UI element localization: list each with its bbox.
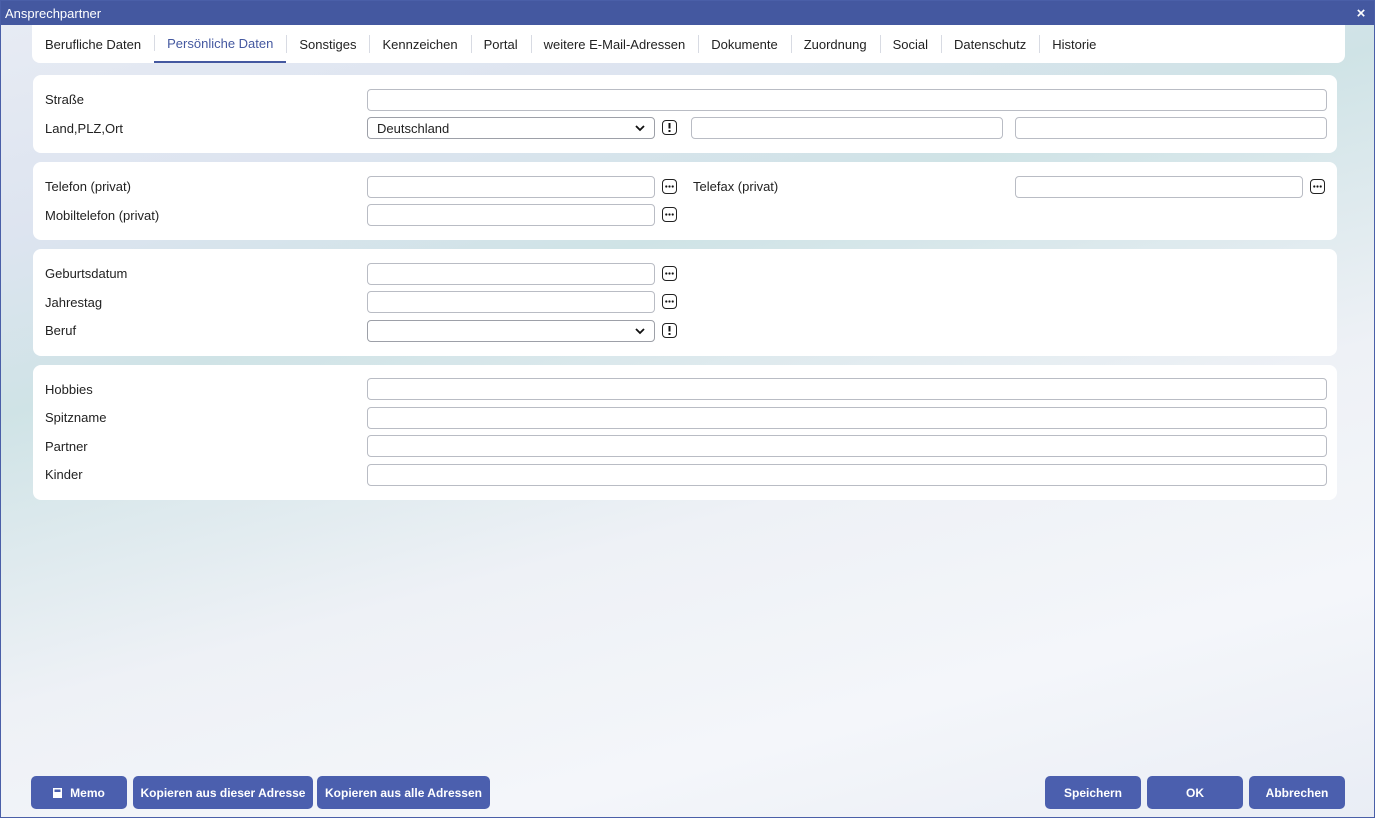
- telefax-label: Telefax (privat): [693, 179, 779, 194]
- tab-berufliche-daten[interactable]: Berufliche Daten: [32, 25, 154, 63]
- partner-label: Partner: [45, 439, 88, 454]
- tab-datenschutz[interactable]: Datenschutz: [941, 25, 1039, 63]
- mobiltelefon-input[interactable]: [367, 204, 655, 226]
- strasse-label: Straße: [45, 92, 85, 107]
- jahrestag-label: Jahrestag: [45, 295, 103, 310]
- strasse-input[interactable]: [367, 89, 1327, 111]
- beruf-label: Beruf: [45, 323, 77, 338]
- geburtsdatum-label: Geburtsdatum: [45, 266, 128, 281]
- address-panel: Straße Land,PLZ,Ort Deutschland: [33, 75, 1337, 153]
- hobbies-label: Hobbies: [45, 382, 93, 397]
- geburtsdatum-input[interactable]: [367, 263, 655, 285]
- memo-label: Memo: [70, 785, 105, 800]
- tab-kennzeichen[interactable]: Kennzeichen: [369, 25, 470, 63]
- land-plz-ort-label: Land,PLZ,Ort: [45, 121, 124, 136]
- misc-panel: Hobbies Spitzname Partner Kinder: [33, 365, 1337, 500]
- land-select[interactable]: Deutschland: [367, 117, 655, 139]
- tab-dokumente[interactable]: Dokumente: [698, 25, 790, 63]
- memo-button[interactable]: Memo: [31, 776, 127, 809]
- save-button[interactable]: Speichern: [1045, 776, 1141, 809]
- more-dots-icon[interactable]: [662, 266, 677, 281]
- memo-icon: [53, 787, 63, 798]
- tab-persoenliche-daten[interactable]: Persönliche Daten: [154, 25, 287, 63]
- phone-panel: Telefon (privat) Telefax (privat) Mobilt…: [33, 162, 1337, 240]
- tab-zuordnung[interactable]: Zuordnung: [790, 25, 880, 63]
- dialog-window: Ansprechpartner × Berufliche Daten Persö…: [0, 0, 1375, 818]
- tab-sonstiges[interactable]: Sonstiges: [286, 25, 369, 63]
- kinder-label: Kinder: [45, 467, 83, 482]
- more-dots-icon[interactable]: [662, 294, 677, 309]
- hobbies-input[interactable]: [367, 378, 1327, 400]
- chevron-down-icon: [635, 328, 645, 335]
- tab-bar: Berufliche Daten Persönliche Daten Sonst…: [32, 25, 1345, 63]
- personal-panel: Geburtsdatum Jahrestag Beruf: [33, 249, 1337, 356]
- telefax-input[interactable]: [1015, 176, 1303, 198]
- title-bar: Ansprechpartner ×: [1, 1, 1374, 25]
- mobiltelefon-label: Mobiltelefon (privat): [45, 208, 160, 223]
- kinder-input[interactable]: [367, 464, 1327, 486]
- jahrestag-input[interactable]: [367, 291, 655, 313]
- ort-input[interactable]: [1015, 117, 1327, 139]
- beruf-select[interactable]: [367, 320, 655, 342]
- telefon-label: Telefon (privat): [45, 179, 131, 194]
- telefon-input[interactable]: [367, 176, 655, 198]
- cancel-button[interactable]: Abbrechen: [1249, 776, 1345, 809]
- plz-input[interactable]: [691, 117, 1003, 139]
- partner-input[interactable]: [367, 435, 1327, 457]
- tab-weitere-email-adressen[interactable]: weitere E-Mail-Adressen: [530, 25, 699, 63]
- land-selected-value: Deutschland: [377, 120, 450, 136]
- exclamation-icon[interactable]: [662, 120, 677, 135]
- close-icon[interactable]: ×: [1352, 4, 1370, 22]
- spitzname-input[interactable]: [367, 407, 1327, 429]
- copy-from-this-address-button[interactable]: Kopieren aus dieser Adresse: [133, 776, 313, 809]
- more-dots-icon[interactable]: [662, 179, 677, 194]
- spitzname-label: Spitzname: [45, 410, 107, 425]
- chevron-down-icon: [635, 125, 645, 132]
- tab-social[interactable]: Social: [879, 25, 941, 63]
- exclamation-icon[interactable]: [662, 323, 677, 338]
- more-dots-icon[interactable]: [662, 207, 677, 222]
- tab-historie[interactable]: Historie: [1039, 25, 1109, 63]
- tab-portal[interactable]: Portal: [470, 25, 531, 63]
- ok-button[interactable]: OK: [1147, 776, 1243, 809]
- copy-from-all-addresses-button[interactable]: Kopieren aus alle Adressen: [317, 776, 490, 809]
- more-dots-icon[interactable]: [1310, 179, 1325, 194]
- window-title: Ansprechpartner: [5, 5, 102, 21]
